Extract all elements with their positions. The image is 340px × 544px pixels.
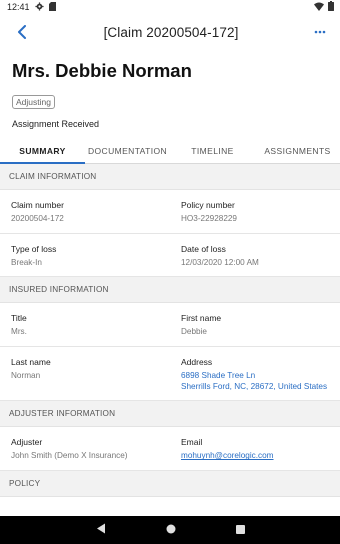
claim-number-cell: Claim number 20200504-172 [0,190,170,233]
nav-recents-icon[interactable] [235,521,245,539]
title-value: Mrs. [11,327,27,337]
tab-timeline[interactable]: TIMELINE [170,138,255,163]
adjuster-value: John Smith (Demo X Insurance) [11,451,128,461]
type-of-loss-cell: Type of loss Break-In [0,234,170,277]
tab-documentation[interactable]: DOCUMENTATION [85,138,170,163]
policy-number-value: HO3-22928229 [181,214,237,223]
address-line1-link[interactable]: 6898 Shade Tree Ln [181,371,329,382]
battery-icon [328,1,334,13]
section-header-adjuster: ADJUSTER INFORMATION [0,401,340,428]
tab-bar: SUMMARY DOCUMENTATION TIMELINE ASSIGNMEN… [0,138,340,164]
tab-assignments[interactable]: ASSIGNMENTS [255,138,340,163]
info-row: Title Mrs. First name Debbie [0,303,340,347]
field-label: Date of loss [181,243,226,254]
email-link[interactable]: mohuynh@corelogic.com [181,451,329,462]
field-label: Policy number [181,200,235,210]
last-name-value: Norman [11,370,41,380]
more-options-icon[interactable] [310,22,330,42]
address-line2-link[interactable]: Sherrills Ford, NC, 28672, United States [181,382,329,393]
info-row: Last name Norman Address 6898 Shade Tree… [0,347,340,402]
status-badge: Adjusting [12,95,55,109]
field-label: Claim number [11,200,64,210]
page-title: [Claim 20200504-172] [103,24,239,40]
back-arrow-icon[interactable] [12,22,32,42]
claim-number-value: 20200504-172 [11,214,64,223]
title-cell: Title Mrs. [0,303,170,346]
nav-home-icon[interactable] [166,521,176,539]
field-label: Last name [11,356,51,367]
field-label: Email [181,437,203,448]
type-of-loss-value: Break-In [11,257,42,267]
first-name-value: Debbie [181,327,207,337]
date-of-loss-cell: Date of loss 12/03/2020 12:00 AM [170,234,340,277]
assignment-status: Assignment Received [12,119,100,129]
tab-summary[interactable]: SUMMARY [0,138,85,164]
adjuster-cell: Adjuster John Smith (Demo X Insurance) [0,427,170,470]
date-of-loss-value: 12/03/2020 12:00 AM [181,257,259,267]
insured-name: Mrs. Debbie Norman [12,60,192,81]
address-cell: Address 6898 Shade Tree Ln Sherrills For… [170,347,340,400]
first-name-cell: First name Debbie [170,303,340,346]
info-row: Type of loss Break-In Date of loss 12/03… [0,234,340,278]
system-nav-bar [0,516,340,544]
sd-card-icon [48,1,56,13]
claim-header: Mrs. Debbie Norman Adjusting Assignment … [0,50,340,129]
status-time: 12:41 [7,2,30,12]
settings-gear-icon [34,1,44,13]
field-label: First name [181,313,222,324]
summary-content[interactable]: CLAIM INFORMATION Claim number 20200504-… [0,164,340,516]
section-header-insured: INSURED INFORMATION [0,277,340,304]
field-label: Title [11,313,27,324]
nav-back-icon[interactable] [96,521,106,539]
field-label: Type of loss [11,243,57,254]
section-header-policy: POLICY [0,470,340,497]
app-bar: [Claim 20200504-172] [0,14,340,50]
wifi-icon [314,2,324,13]
email-cell: Email mohuynh@corelogic.com [170,427,340,470]
field-label: Address [181,356,213,367]
last-name-cell: Last name Norman [0,347,170,400]
status-bar: 12:41 [0,0,340,14]
info-row: Claim number 20200504-172 Policy number … [0,190,340,234]
policy-number-cell: Policy number HO3-22928229 [170,190,340,233]
section-header-claim: CLAIM INFORMATION [0,164,340,190]
field-label: Adjuster [11,437,43,448]
info-row: Adjuster John Smith (Demo X Insurance) E… [0,427,340,471]
